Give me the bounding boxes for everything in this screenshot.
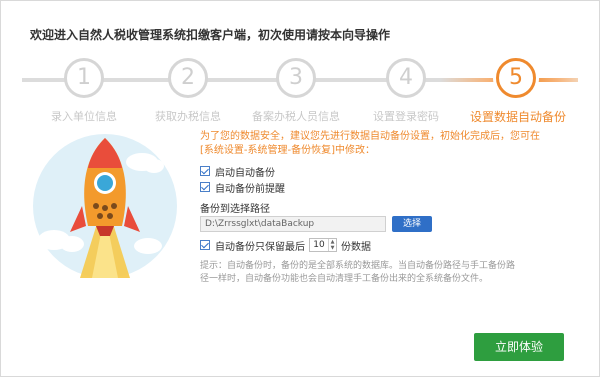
- step-3-label: 备案办税人员信息: [252, 110, 340, 123]
- stepper-up-icon[interactable]: ▲: [331, 239, 335, 245]
- keep-backups-checkbox[interactable]: [200, 240, 210, 250]
- stepper-arrows[interactable]: ▲ ▼: [328, 239, 336, 251]
- keep-backups-option[interactable]: 自动备份只保留最后 10 ▲ ▼ 份数据: [200, 238, 371, 253]
- keep-backups-suffix: 份数据: [341, 241, 371, 253]
- step-3-circle: 3: [276, 58, 316, 98]
- auto-backup-checkbox[interactable]: [200, 166, 210, 176]
- remind-label: 自动备份前提醒: [215, 183, 285, 195]
- auto-backup-option[interactable]: 启动自动备份: [200, 164, 275, 179]
- step-1-label: 录入单位信息: [51, 110, 117, 123]
- keep-count-value[interactable]: 10: [310, 240, 328, 250]
- backup-path-label: 备份到选择路径: [200, 204, 270, 215]
- rocket-illustration: [33, 134, 177, 278]
- keep-count-stepper[interactable]: 10 ▲ ▼: [309, 238, 337, 252]
- step-4-label: 设置登录密码: [373, 110, 439, 123]
- step-4-circle: 4: [386, 58, 426, 98]
- page-title: 欢迎进入自然人税收管理系统扣缴客户端，初次使用请按本向导操作: [30, 28, 391, 42]
- backup-description: 为了您的数据安全，建议您先进行数据自动备份设置，初始化完成后，您可在[系统设置-…: [200, 131, 540, 156]
- start-button[interactable]: 立即体验: [474, 333, 564, 361]
- remind-checkbox[interactable]: [200, 182, 210, 192]
- remind-option[interactable]: 自动备份前提醒: [200, 180, 285, 195]
- hint-text: 提示：自动备份时，备份的是全部系统的数据库。当自动备份路径与手工备份路径一样时，…: [200, 261, 516, 284]
- step-1-circle: 1: [64, 58, 104, 98]
- step-2-circle: 2: [168, 58, 208, 98]
- step-5-label: 设置数据自动备份: [469, 110, 567, 124]
- keep-backups-prefix: 自动备份只保留最后: [215, 241, 305, 253]
- backup-path-input[interactable]: D:\Zrrssglxt\dataBackup: [200, 216, 386, 232]
- select-path-button[interactable]: 选择: [392, 216, 432, 232]
- step-2-label: 获取办税信息: [155, 110, 221, 123]
- stepper-down-icon[interactable]: ▼: [331, 245, 335, 251]
- auto-backup-label: 启动自动备份: [215, 167, 275, 179]
- step-5-circle: 5: [496, 58, 536, 98]
